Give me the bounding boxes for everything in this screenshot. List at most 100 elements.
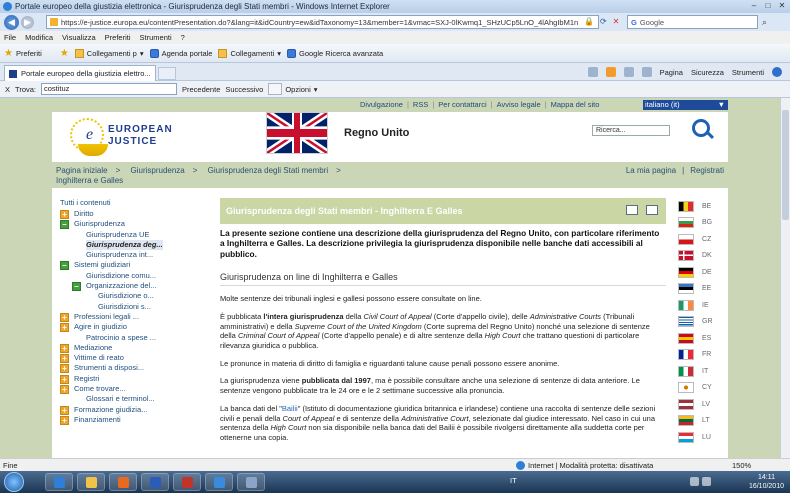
country-flag-item[interactable]: CY <box>678 380 728 397</box>
expand-icon[interactable]: + <box>60 323 69 333</box>
expand-icon[interactable]: + <box>60 405 69 415</box>
nav-item[interactable]: Giurisprudenza deg... <box>60 239 166 251</box>
link-rss[interactable]: RSS <box>413 100 428 109</box>
country-flag-item[interactable]: CZ <box>678 231 728 248</box>
add-favorite-icon[interactable]: ★ <box>60 48 69 59</box>
nav-item[interactable]: + Come trovare... <box>60 384 166 395</box>
nav-item[interactable]: + Formazione giudizia... <box>60 405 166 415</box>
find-previous-button[interactable]: Precedente <box>182 85 220 94</box>
nav-item[interactable]: Giurisprudenza int... <box>60 250 166 260</box>
page-menu[interactable]: Pagina <box>660 68 683 77</box>
search-go-icon[interactable]: ⌕ <box>762 17 767 28</box>
expand-icon[interactable]: + <box>60 385 69 395</box>
expand-icon[interactable]: + <box>60 354 69 364</box>
country-flag-item[interactable]: GR <box>678 314 728 331</box>
nav-item[interactable]: Patrocinio a spese ... <box>60 333 166 343</box>
home-icon[interactable] <box>587 67 598 77</box>
expand-icon[interactable]: + <box>60 210 69 219</box>
collapse-icon[interactable]: – <box>60 261 69 271</box>
fav-item-collegamenti-p[interactable]: Collegamenti p ▾ <box>74 48 144 58</box>
stop-icon[interactable]: ✕ <box>613 17 620 26</box>
address-bar[interactable]: https://e-justice.europa.eu/contentPrese… <box>46 15 599 29</box>
nav-item[interactable]: Giurisdizione comu... <box>60 271 166 281</box>
zoom-level[interactable]: 150% <box>732 461 751 470</box>
ejustice-logo[interactable]: e EUROPEAN JUSTICE <box>64 116 172 160</box>
help-icon[interactable] <box>772 67 782 77</box>
country-flag-item[interactable]: FR <box>678 347 728 364</box>
menu-file[interactable]: File <box>4 33 16 42</box>
nav-item[interactable]: + Professioni legali ... <box>60 312 166 322</box>
crumb-giurisprudenza[interactable]: Giurisprudenza <box>131 166 185 175</box>
mail-icon[interactable] <box>623 67 634 77</box>
country-flag-item[interactable]: LU <box>678 429 728 446</box>
volume-icon[interactable] <box>702 477 711 486</box>
site-search-input[interactable]: Ricerca... <box>592 125 670 136</box>
nav-item[interactable]: + Agire in giudizio <box>60 322 166 333</box>
link-divulgazione[interactable]: Divulgazione <box>360 100 403 109</box>
search-input[interactable]: G Google <box>627 15 758 29</box>
taskbar-media[interactable] <box>109 473 137 491</box>
browser-tab[interactable]: Portale europeo della giustizia elettro.… <box>4 65 156 81</box>
refresh-icon[interactable]: ⟳ <box>600 17 607 26</box>
clock[interactable]: 14:11 16/10/2010 <box>749 473 784 491</box>
zone-indicator[interactable]: Internet | Modalità protetta: disattivat… <box>516 460 653 470</box>
forward-button[interactable]: ▶ <box>21 15 34 29</box>
link-contatti[interactable]: Per contattarci <box>438 100 486 109</box>
window-icon[interactable] <box>626 205 638 215</box>
nav-item[interactable]: + Diritto <box>60 209 166 219</box>
start-button[interactable] <box>4 472 24 492</box>
language-select[interactable]: italiano (it) ▼ <box>643 100 728 110</box>
fav-item-collegamenti[interactable]: Collegamenti ▾ <box>218 48 281 58</box>
minimize-icon[interactable]: – <box>748 1 760 11</box>
rss-icon[interactable] <box>605 67 616 77</box>
country-flag-item[interactable]: EE <box>678 281 728 298</box>
country-flag-item[interactable]: LV <box>678 396 728 413</box>
nav-item[interactable]: + Finanziamenti <box>60 415 166 425</box>
expand-icon[interactable]: + <box>60 343 69 353</box>
country-flag-item[interactable]: IT <box>678 363 728 380</box>
language-indicator[interactable]: IT <box>510 476 517 485</box>
lock-icon[interactable]: 🔒 <box>584 17 594 26</box>
country-flag-item[interactable]: DE <box>678 264 728 281</box>
crumb-stati-membri[interactable]: Giurisprudenza degli Stati membri <box>208 166 329 175</box>
expand-icon[interactable]: + <box>60 415 69 425</box>
country-flag-item[interactable]: BE <box>678 198 728 215</box>
nav-item[interactable]: Giurisprudenza UE <box>60 230 166 240</box>
print-icon[interactable] <box>641 67 652 77</box>
taskbar-word[interactable] <box>141 473 169 491</box>
find-input[interactable]: costituz <box>41 83 177 95</box>
country-flag-item[interactable]: ES <box>678 330 728 347</box>
nav-header[interactable]: Tutti i contenuti <box>60 198 166 207</box>
taskbar-explorer[interactable] <box>77 473 105 491</box>
menu-help[interactable]: ? <box>181 33 185 42</box>
new-tab-button[interactable] <box>158 67 176 80</box>
maximize-icon[interactable]: □ <box>762 1 774 11</box>
nav-item[interactable]: – Sistemi giudiziari <box>60 260 166 271</box>
magnifier-icon[interactable] <box>692 119 710 137</box>
collapse-icon[interactable]: – <box>60 220 69 230</box>
taskbar-ie-window[interactable] <box>205 473 233 491</box>
nav-item[interactable]: + Vittime di reato <box>60 353 166 364</box>
fav-item-google-ricerca[interactable]: Google Ricerca avanzata <box>287 48 383 58</box>
find-close-button[interactable]: X <box>5 85 10 94</box>
taskbar-ie[interactable] <box>45 473 73 491</box>
nav-item[interactable]: Glossari e terminol... <box>60 394 166 404</box>
taskbar-window[interactable] <box>237 473 265 491</box>
expand-icon[interactable]: + <box>60 312 69 322</box>
link-mappa-sito[interactable]: Mappa del sito <box>551 100 600 109</box>
country-flag-item[interactable]: LT <box>678 413 728 430</box>
country-flag-item[interactable]: DK <box>678 248 728 265</box>
expand-icon[interactable]: + <box>60 364 69 374</box>
scrollbar-thumb[interactable] <box>782 110 789 220</box>
link-register[interactable]: Registrati <box>690 166 724 175</box>
nav-item[interactable]: – Organizzazione del... <box>60 281 166 292</box>
menu-edit[interactable]: Modifica <box>25 33 53 42</box>
find-options-button[interactable]: Opzioni ▾ <box>268 83 318 95</box>
bailii-link[interactable]: Bailii <box>282 404 298 413</box>
nav-item[interactable]: Giurisdizioni s... <box>60 302 166 312</box>
network-icon[interactable] <box>690 477 699 486</box>
crumb-home[interactable]: Pagina iniziale <box>56 166 108 175</box>
country-flag-item[interactable]: BG <box>678 215 728 232</box>
safety-menu[interactable]: Sicurezza <box>691 68 724 77</box>
country-flag-item[interactable]: IE <box>678 297 728 314</box>
